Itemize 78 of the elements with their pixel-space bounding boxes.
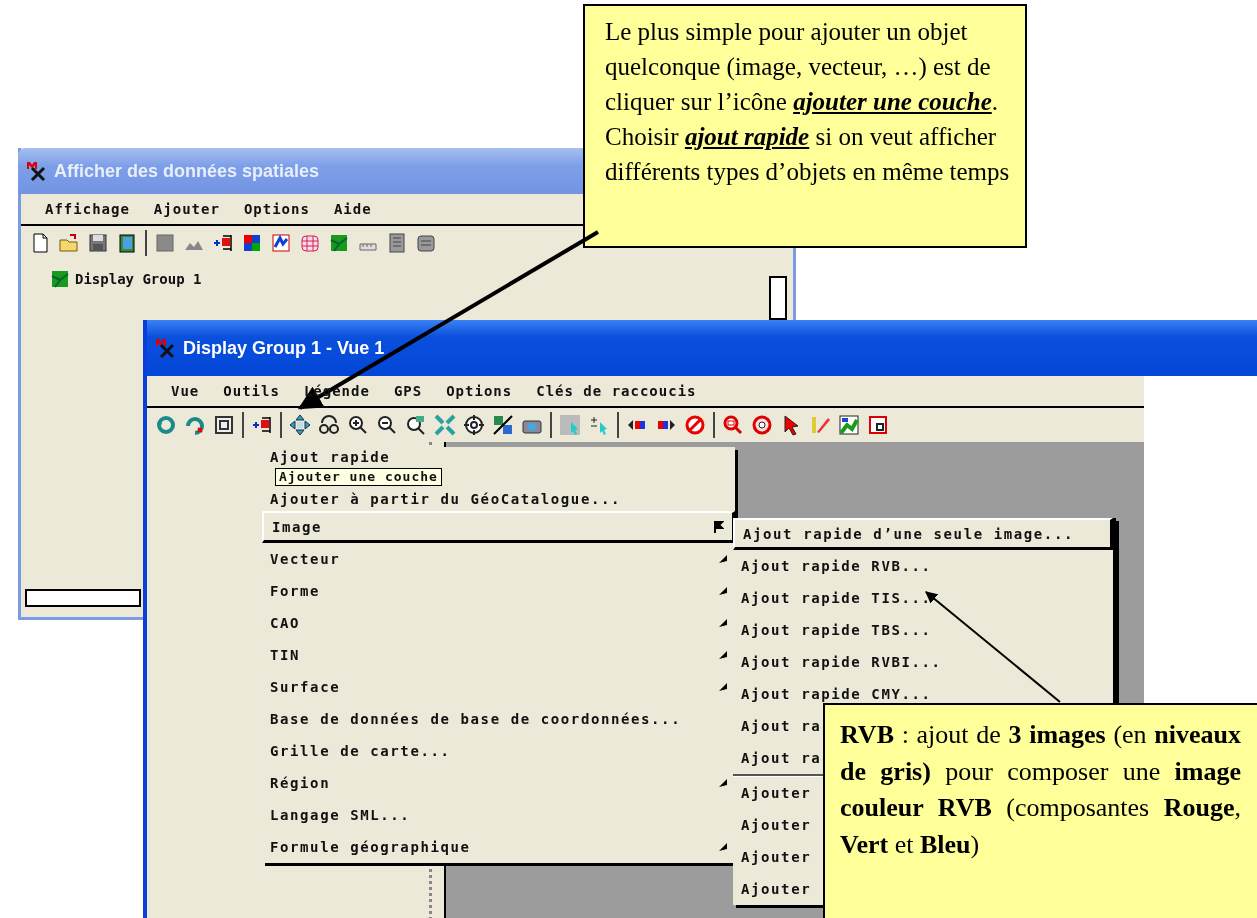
menu-item[interactable]: Ajout rapide TBS... [733,614,940,646]
menu-item[interactable]: Outils [223,383,280,399]
menu-item[interactable]: Ajout rapide [262,447,735,467]
window-title: Afficher des données spatiales [54,160,320,182]
caret-icon [719,683,727,691]
menu-item[interactable]: CAO [262,607,735,639]
document-icon[interactable] [386,232,408,254]
target-icon[interactable] [463,414,485,436]
prohibited-icon[interactable] [684,414,706,436]
raster-icon[interactable] [270,232,292,254]
map-icon[interactable] [49,268,71,290]
layer-icon[interactable] [154,232,176,254]
menu-item[interactable]: Image [262,511,735,543]
menu-item[interactable]: Options [243,201,310,217]
zoom-box-icon[interactable] [405,414,427,436]
add-layer-icon[interactable] [251,414,273,436]
app-icon [155,337,177,359]
rotate-icon[interactable] [184,414,206,436]
menu-item[interactable]: Vue [171,383,200,399]
caret-icon [719,779,727,787]
menu-item[interactable]: Ajouter [733,873,820,905]
menu-item[interactable]: Région [262,767,735,799]
caret-icon [719,651,727,659]
glasses-icon[interactable] [318,414,340,436]
map-tiles-icon[interactable] [492,414,514,436]
save-icon[interactable] [87,232,109,254]
map-icon[interactable] [328,232,350,254]
square-icon[interactable] [867,414,889,436]
book-icon[interactable] [116,232,138,254]
menu-item[interactable]: Ajout rapide TIS... [733,582,940,614]
zoom-out-icon[interactable] [376,414,398,436]
menu-item[interactable]: Ajouter [733,841,820,873]
menu-item[interactable]: Grille de carte... [262,735,735,767]
menu-item[interactable]: Aide [333,201,372,217]
zoom-in-icon[interactable] [347,414,369,436]
crosshair-icon[interactable] [751,414,773,436]
menu-item[interactable]: Clés de raccoucis [536,383,697,399]
tooltip: Ajouter une couche [275,468,442,486]
tree-item[interactable]: Display Group 1 [75,271,202,287]
callout: Le plus simple pour ajouter un objet quelconque (image, vecteur, …) est de cliquer sur l’icône ajouter une couche. Choisir ajout rapide si on veut afficher différents types d’objets en même temps [583,4,1027,248]
menu-item[interactable]: Ajouter [153,201,220,217]
menu-item[interactable]: Ajouter [733,809,820,841]
scrollbar[interactable] [25,589,141,607]
scrollbar[interactable] [769,276,787,320]
menu-item[interactable]: Forme [262,575,735,607]
menu-item[interactable]: Ajouter [733,777,820,809]
menu-item[interactable]: Formule géographique [262,831,735,863]
shrink-icon[interactable] [434,414,456,436]
caret-icon [719,555,727,563]
menu-item[interactable]: Ajout rapide RVBI... [733,646,950,678]
menu-item[interactable]: Options [446,383,513,399]
menu-item[interactable]: Vecteur [262,543,735,575]
menu-item[interactable]: Surface [262,671,735,703]
zoom-icon[interactable] [722,414,744,436]
add-layer-icon[interactable] [212,232,234,254]
ruler-icon[interactable] [809,414,831,436]
window-title: Display Group 1 - Vue 1 [183,337,385,359]
menu-item[interactable]: Ajout rapide d’une seule image... [733,518,1113,550]
caret-icon [719,587,727,595]
menu-item[interactable]: Ajout rapide RVB... [733,550,940,582]
menu-item[interactable]: Langage SML... [262,799,735,831]
menu-item[interactable]: Affichage [45,201,130,217]
move-icon[interactable] [289,414,311,436]
menu-item[interactable]: Base de données de base de coordonnées... [262,703,735,735]
menu-item[interactable]: TIN [262,639,735,671]
frame-icon[interactable] [213,414,235,436]
caret-icon [719,843,727,851]
menu-item[interactable]: GPS [393,383,423,399]
folder-icon[interactable] [58,232,80,254]
rotate-icon[interactable] [155,414,177,436]
app-icon [26,160,48,182]
menu-item[interactable]: Ajouter à partir du GéoCatalogue... [262,487,735,511]
color-grid-icon[interactable] [241,232,263,254]
callout: RVB : ajout de 3 images (en niveaux de gris) pour composer une image couleur RVB (composantes Rouge, Vert et Bleu) [823,703,1257,918]
map-icon[interactable] [838,414,860,436]
flag-icon [714,520,724,533]
table-icon[interactable] [415,232,437,254]
grid-icon[interactable] [299,232,321,254]
